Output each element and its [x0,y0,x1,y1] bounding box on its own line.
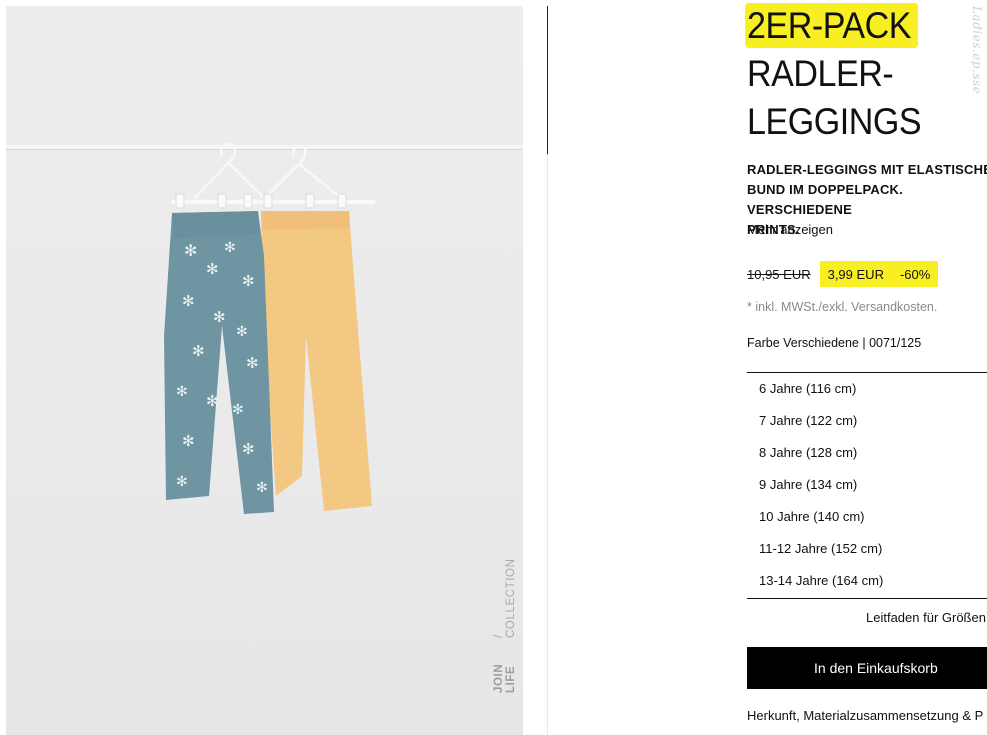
size-list: 6 Jahre (116 cm) 7 Jahre (122 cm) 8 Jahr… [747,372,987,599]
svg-text:✻: ✻ [242,441,255,458]
divider [547,6,548,154]
sale-badge: 3,99 EUR -60% [819,261,939,287]
svg-text:✻: ✻ [236,323,248,339]
svg-text:✻: ✻ [224,239,236,255]
product-title: 2ER-PACK RADLER- LEGGINGS [747,2,968,146]
svg-text:✻: ✻ [176,383,188,399]
brand-label-rest: / COLLECTION [493,558,517,638]
size-guide-link[interactable]: Leitfaden für Größen [866,610,986,625]
yellow-legging [261,211,372,511]
svg-text:✻: ✻ [232,401,244,417]
divider-light [547,154,548,735]
title-rest: RADLER- LEGGINGS [747,53,922,142]
brand-label: JOIN LIFE / COLLECTION [493,558,517,693]
size-option[interactable]: 9 Jahre (134 cm) [747,469,987,501]
tax-note: * inkl. MWSt./exkl. Versandkosten. [747,300,938,314]
brand-label-bold: JOIN LIFE [493,663,517,693]
size-option[interactable]: 13-14 Jahre (164 cm) [747,565,987,597]
svg-text:✻: ✻ [213,309,226,326]
svg-text:✻: ✻ [182,293,195,310]
svg-text:✻: ✻ [206,393,219,410]
old-price: 10,95 EUR [747,266,811,282]
size-option[interactable]: 6 Jahre (116 cm) [747,373,987,405]
svg-text:✻: ✻ [176,473,188,489]
discount-percent: -60% [899,266,931,282]
origin-materials-link[interactable]: Herkunft, Materialzusammensetzung & P [747,708,983,723]
size-option[interactable]: 8 Jahre (128 cm) [747,437,987,469]
color-info: Farbe Verschiedene | 0071/125 [747,336,922,350]
svg-text:✻: ✻ [206,261,219,278]
svg-text:✻: ✻ [242,273,255,290]
new-price: 3,99 EUR [827,266,884,282]
product-image[interactable]: ✻ ✻ ✻ ✻ ✻ ✻ ✻ ✻ ✻ ✻ ✻ ✻ ✻ ✻ ✻ ✻ JOIN LIF… [6,6,523,735]
svg-text:✻: ✻ [182,433,195,450]
svg-text:✻: ✻ [256,479,268,495]
size-option[interactable]: 10 Jahre (140 cm) [747,501,987,533]
svg-text:✻: ✻ [246,355,259,372]
price-row: 10,95 EUR 3,99 EUR -60% [747,261,939,287]
leggings-illustration: ✻ ✻ ✻ ✻ ✻ ✻ ✻ ✻ ✻ ✻ ✻ ✻ ✻ ✻ ✻ ✻ [6,142,523,514]
svg-text:✻: ✻ [184,243,197,260]
size-option[interactable]: 11-12 Jahre (152 cm) [747,533,987,565]
svg-text:✻: ✻ [192,343,205,360]
show-more-link[interactable]: Mehr anzeigen [747,222,833,237]
add-to-cart-button[interactable]: In den Einkaufskorb [747,647,987,689]
title-highlight: 2ER-PACK [747,5,917,46]
watermark: Ladies.ep.sse [970,6,984,95]
size-option[interactable]: 7 Jahre (122 cm) [747,405,987,437]
